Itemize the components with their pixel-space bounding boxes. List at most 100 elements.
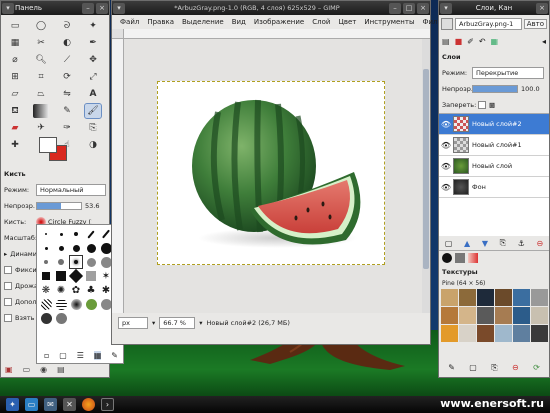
brush-item[interactable]: [85, 242, 97, 254]
move-tool-icon[interactable]: ✥: [85, 53, 101, 67]
layer-name[interactable]: Фон: [472, 183, 486, 191]
brush-item[interactable]: [40, 228, 52, 240]
color-select-tool-icon[interactable]: ▦: [7, 36, 23, 50]
toolbox-titlebar[interactable]: ▾ Панель – ×: [1, 1, 109, 15]
menu-image[interactable]: Изображение: [250, 18, 308, 26]
color-picker-tool-icon[interactable]: ⌀: [7, 53, 23, 67]
rotate-tool-icon[interactable]: ⟳: [59, 70, 75, 84]
brush-item[interactable]: [40, 270, 52, 282]
tab-undo-icon[interactable]: ↶: [479, 37, 486, 46]
small-view-icon[interactable]: ▫: [44, 351, 49, 360]
layer-name[interactable]: Новый слой#2: [472, 120, 522, 128]
texture-swatch[interactable]: [495, 289, 512, 306]
mode-select[interactable]: Нормальный: [36, 184, 106, 196]
edit-texture-icon[interactable]: ✎: [448, 363, 455, 373]
anchor-layer-icon[interactable]: ⚓︎: [518, 239, 525, 248]
brush-item[interactable]: [85, 270, 97, 282]
rect-select-tool-icon[interactable]: ▭: [7, 19, 23, 33]
image-canvas[interactable]: [157, 81, 385, 265]
list-view-icon[interactable]: ☰: [77, 351, 84, 360]
option-checkbox[interactable]: [4, 282, 12, 290]
brush-item[interactable]: ✿: [70, 284, 82, 296]
dodge-burn-tool-icon[interactable]: ◑: [85, 138, 101, 152]
tab-colormap-icon[interactable]: ▦: [491, 37, 499, 46]
pencil-tool-icon[interactable]: ✎: [59, 104, 75, 118]
vertical-scrollbar[interactable]: [422, 39, 430, 313]
visibility-eye-icon[interactable]: 👁︎: [439, 183, 453, 192]
texture-swatch[interactable]: [477, 307, 494, 324]
terminal-icon[interactable]: ›: [101, 398, 114, 411]
email-icon[interactable]: ✉: [44, 398, 57, 411]
canvas-area[interactable]: [124, 39, 422, 313]
start-menu-icon[interactable]: ✦: [6, 398, 19, 411]
texture-swatch[interactable]: [513, 307, 530, 324]
align-tool-icon[interactable]: ⊞: [7, 70, 23, 84]
zoom-dropdown-icon[interactable]: ▾: [199, 319, 202, 327]
opacity-slider[interactable]: [36, 202, 82, 210]
unit-dropdown-icon[interactable]: ▾: [152, 319, 155, 327]
firefox-icon[interactable]: [82, 398, 95, 411]
brush-item[interactable]: [68, 268, 84, 284]
perspective-tool-icon[interactable]: ⏢: [33, 87, 49, 101]
color-swatches[interactable]: [37, 135, 71, 163]
texture-swatch[interactable]: [441, 289, 458, 306]
brush-item[interactable]: [85, 298, 97, 310]
texture-swatch[interactable]: [477, 289, 494, 306]
layer-row[interactable]: 👁︎ Новый слой#2: [439, 114, 549, 135]
brush-item[interactable]: [69, 255, 83, 269]
auto-button[interactable]: Авто: [523, 19, 547, 29]
scroll-thumb[interactable]: [423, 69, 429, 269]
expander-icon[interactable]: ▸: [4, 250, 7, 258]
brush-item[interactable]: [55, 312, 67, 324]
brush-item[interactable]: [70, 242, 82, 254]
layer-mode-select[interactable]: Перекрытие: [472, 67, 544, 79]
brush-item[interactable]: [70, 228, 82, 240]
menu-tools[interactable]: Инструменты: [360, 18, 418, 26]
duplicate-texture-icon[interactable]: ⎘: [491, 363, 497, 373]
lock-alpha-icon[interactable]: ▩: [489, 101, 495, 109]
texture-swatch[interactable]: [531, 325, 548, 342]
scale-tool-icon[interactable]: ⤢: [85, 70, 101, 84]
delete-texture-icon[interactable]: ⊖: [512, 363, 519, 373]
texture-swatch[interactable]: [531, 289, 548, 306]
gradient-tab-icon[interactable]: [468, 252, 478, 263]
brush-tab-icon[interactable]: [442, 252, 452, 263]
visibility-eye-icon[interactable]: 👁︎: [439, 141, 453, 150]
brush-item[interactable]: [85, 228, 97, 240]
menu-edit[interactable]: Правка: [143, 18, 178, 26]
brush-item[interactable]: ✺: [55, 284, 67, 296]
crop-tool-icon[interactable]: ⌗: [33, 70, 49, 84]
visibility-eye-icon[interactable]: 👁︎: [439, 120, 453, 129]
clone-tool-icon[interactable]: ⎘: [85, 121, 101, 135]
shear-tool-icon[interactable]: ▱: [7, 87, 23, 101]
duplicate-layer-icon[interactable]: ⎘: [500, 238, 506, 248]
brush-item[interactable]: [40, 312, 52, 324]
lasso-tool-icon[interactable]: ᘐ: [59, 19, 75, 33]
ink-tool-icon[interactable]: ✑: [59, 121, 75, 135]
eraser-tool-icon[interactable]: ▰: [7, 121, 23, 135]
menu-select[interactable]: Выделение: [178, 18, 228, 26]
texture-swatch[interactable]: [459, 289, 476, 306]
desktop-icon[interactable]: ▭: [25, 398, 38, 411]
brush-item[interactable]: [55, 256, 67, 268]
edit-brush-icon[interactable]: ✎: [111, 351, 118, 360]
new-texture-icon[interactable]: ▢: [469, 363, 477, 373]
pattern-tab-icon[interactable]: [455, 252, 465, 263]
new-layer-icon[interactable]: ▢: [445, 239, 453, 248]
window-menu-icon[interactable]: ▾: [113, 2, 125, 14]
menu-view[interactable]: Вид: [228, 18, 250, 26]
layer-opacity-value[interactable]: 100.0: [521, 85, 540, 93]
flip-tool-icon[interactable]: ⇋: [59, 87, 75, 101]
measure-tool-icon[interactable]: ⟋: [59, 53, 75, 67]
vertical-ruler[interactable]: [112, 39, 124, 313]
texture-swatch[interactable]: [459, 325, 476, 342]
minimize-icon[interactable]: –: [389, 2, 401, 14]
dock-titlebar[interactable]: ▾ Слои, Кан ×: [439, 1, 549, 15]
layer-name[interactable]: Новый слой: [472, 162, 512, 170]
brush-item[interactable]: [55, 228, 67, 240]
window-menu-icon[interactable]: ▾: [440, 2, 452, 14]
brush-item[interactable]: [40, 298, 52, 310]
tab-layers-icon[interactable]: ▤: [442, 37, 450, 46]
texture-swatch[interactable]: [531, 307, 548, 324]
brush-item[interactable]: [55, 270, 67, 282]
